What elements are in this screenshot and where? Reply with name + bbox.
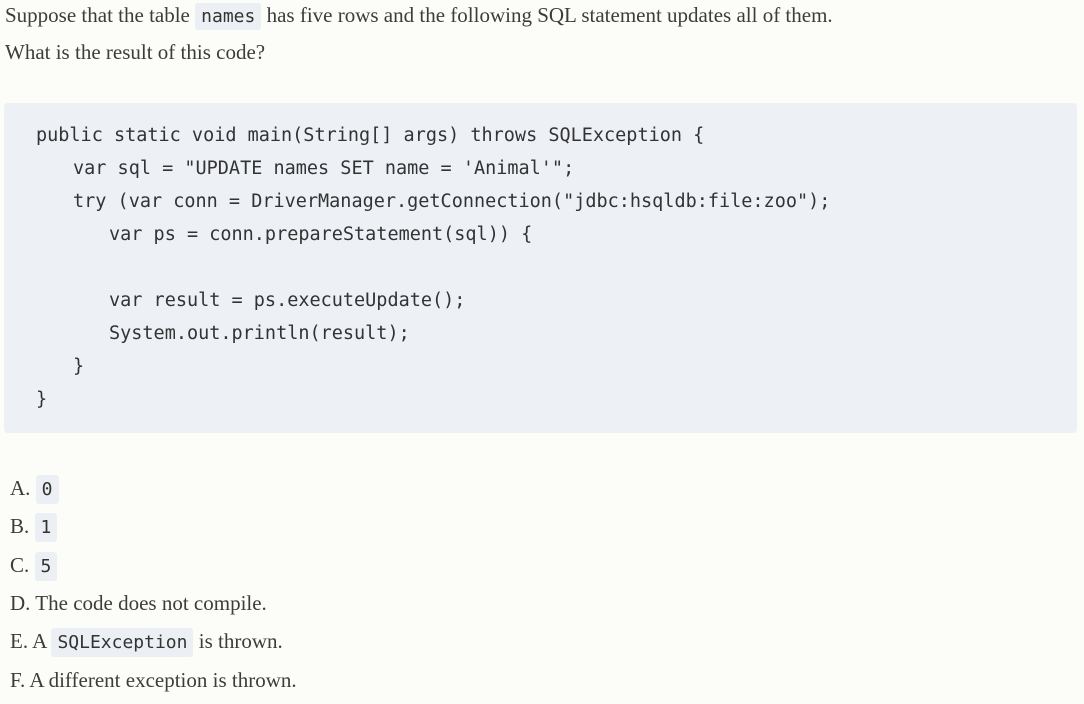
option-text: A different exception is thrown.: [29, 668, 297, 692]
code-line: public static void main(String[] args) t…: [36, 125, 705, 146]
question-line-2: What is the result of this code?: [5, 40, 266, 64]
code-line: System.out.println(result);: [109, 323, 410, 344]
option-b[interactable]: B. 1: [10, 511, 58, 543]
option-letter: A.: [10, 476, 31, 500]
option-c[interactable]: C. 5: [10, 550, 58, 582]
option-code: 5: [34, 552, 58, 581]
option-code: SQLException: [51, 628, 194, 657]
option-a[interactable]: A. 0: [10, 473, 59, 505]
option-letter: E.: [10, 629, 29, 653]
inline-code-names: names: [195, 3, 262, 30]
option-text: is thrown.: [193, 629, 283, 653]
question-line-1: Suppose that the table names has five ro…: [5, 0, 833, 32]
code-block: public static void main(String[] args) t…: [4, 103, 1077, 433]
option-text: A: [32, 629, 52, 653]
option-text: The code does not compile.: [35, 591, 267, 615]
option-code: 0: [35, 475, 59, 504]
option-letter: C.: [10, 553, 30, 577]
code-line: try (var conn = DriverManager.getConnect…: [73, 191, 831, 212]
option-letter: D.: [10, 591, 31, 615]
code-line: }: [73, 356, 85, 377]
code-line: var result = ps.executeUpdate();: [109, 290, 466, 311]
option-letter: F.: [10, 668, 26, 692]
option-e[interactable]: E. A SQLException is thrown.: [10, 626, 283, 658]
code-line: }: [36, 389, 48, 410]
code-line: var ps = conn.prepareStatement(sql)) {: [109, 224, 533, 245]
option-d[interactable]: D. The code does not compile.: [10, 588, 267, 618]
option-f[interactable]: F. A different exception is thrown.: [10, 665, 297, 695]
code-line: var sql = "UPDATE names SET name = 'Anim…: [73, 158, 575, 179]
question-text: Suppose that the table: [5, 3, 196, 27]
option-letter: B.: [10, 514, 30, 538]
option-code: 1: [34, 513, 58, 542]
question-text: has five rows and the following SQL stat…: [261, 3, 833, 27]
